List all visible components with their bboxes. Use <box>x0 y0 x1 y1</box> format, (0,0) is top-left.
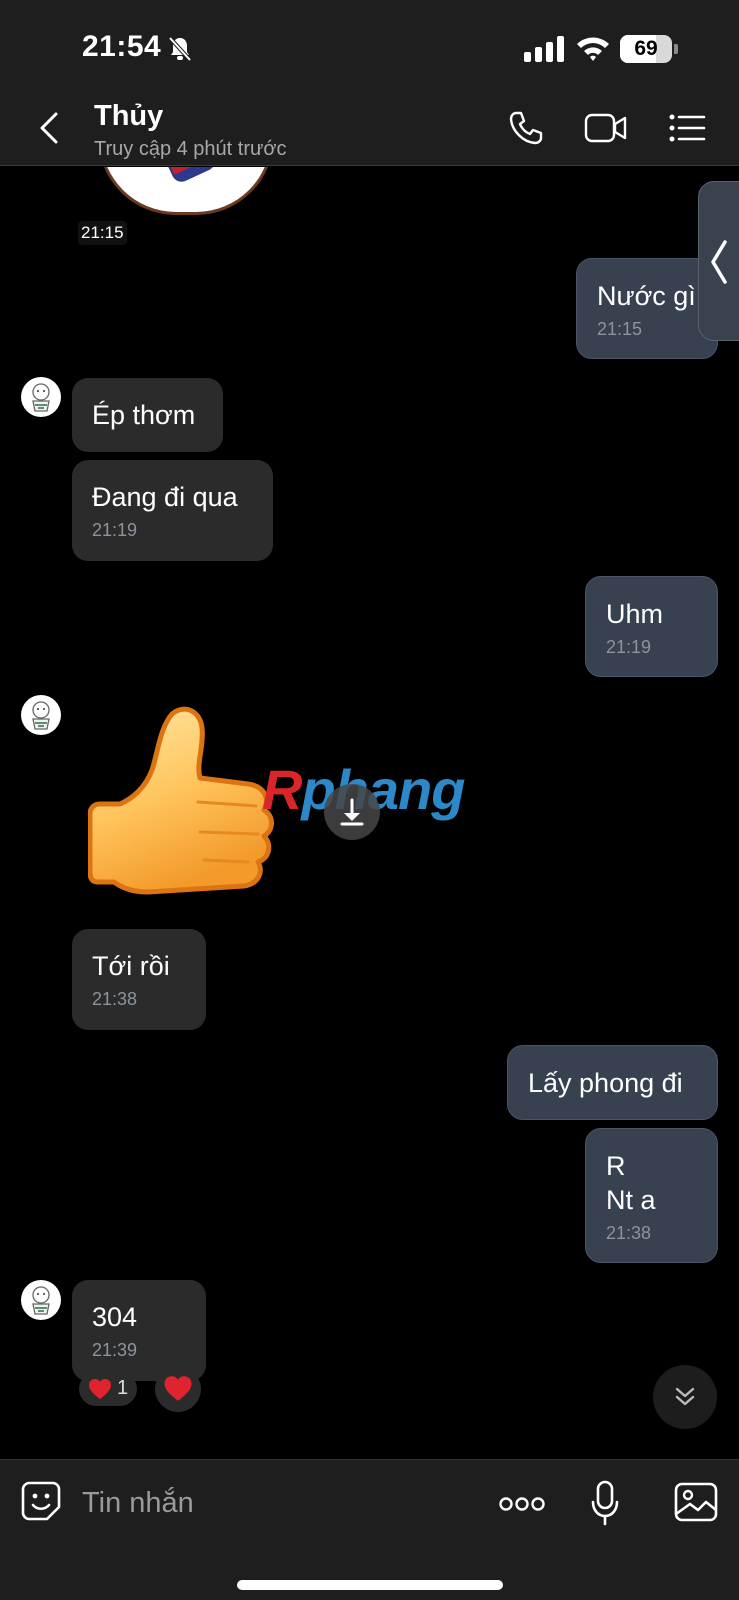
heart-icon <box>164 1376 192 1401</box>
incoming-message[interactable]: Đang đi qua 21:19 <box>72 460 273 561</box>
message-text: Uhm <box>606 599 664 629</box>
wifi-icon <box>577 37 609 61</box>
message-text: Ép thơm <box>92 400 196 430</box>
phone-icon[interactable] <box>508 110 544 146</box>
message-time: 21:38 <box>92 989 138 1009</box>
avatar-character-icon <box>32 383 50 412</box>
sticker-message[interactable] <box>98 167 274 215</box>
outgoing-message[interactable]: Lấy phong đi <box>507 1045 718 1120</box>
back-chevron-icon[interactable] <box>36 110 66 146</box>
battery-percentage: 69 <box>634 37 658 60</box>
contact-name[interactable]: Thủy <box>94 100 163 133</box>
avatar-character-icon <box>32 701 50 730</box>
chevron-left-icon <box>711 240 727 284</box>
incoming-message[interactable]: Ép thơm <box>72 378 223 452</box>
scroll-to-bottom-button[interactable] <box>653 1365 717 1429</box>
status-time: 21:54 <box>82 30 162 63</box>
status-bar: 21:54 69 <box>0 0 739 96</box>
outgoing-message[interactable]: Uhm 21:19 <box>585 576 718 677</box>
message-input[interactable] <box>82 1480 462 1526</box>
message-time: 21:15 <box>597 319 643 339</box>
message-input-bar <box>0 1459 739 1600</box>
signal-icon <box>524 36 564 62</box>
watermark-part-1: R <box>262 758 302 821</box>
avatar[interactable] <box>21 1280 61 1320</box>
bell-slash-icon <box>168 36 192 62</box>
chat-area[interactable]: 21:15 Nước gì 21:15 Ép thơm Đang đi qua … <box>0 167 739 1459</box>
outgoing-message[interactable]: Nước gì 21:15 <box>576 258 718 359</box>
side-panel-handle[interactable] <box>698 181 739 341</box>
avatar-character-icon <box>32 1286 50 1315</box>
message-text: Nước gì <box>597 281 696 311</box>
reaction-count: 1 <box>117 1377 129 1399</box>
reaction-count-badge[interactable]: 1 <box>79 1372 137 1406</box>
incoming-message[interactable]: Tới rồi 21:38 <box>72 929 206 1030</box>
home-indicator[interactable] <box>237 1580 503 1590</box>
battery-icon: 69 <box>620 35 672 63</box>
list-menu-icon[interactable] <box>668 112 706 144</box>
microphone-icon[interactable] <box>591 1480 619 1526</box>
message-text: R Nt a <box>606 1151 656 1215</box>
message-time: 21:19 <box>92 520 138 540</box>
add-reaction-button[interactable] <box>155 1366 201 1412</box>
incoming-message[interactable]: 304 21:39 <box>72 1280 206 1381</box>
message-text: 304 <box>92 1302 138 1332</box>
download-icon <box>340 798 364 826</box>
chat-header: Thủy Truy cập 4 phút trước <box>0 96 739 166</box>
battery-tip <box>674 44 678 54</box>
message-time: 21:38 <box>606 1223 652 1243</box>
more-options-icon[interactable] <box>499 1496 545 1512</box>
message-text: Tới rồi <box>92 951 170 981</box>
video-camera-icon[interactable] <box>584 112 628 144</box>
download-button[interactable] <box>324 784 380 840</box>
sticker-icon[interactable] <box>21 1481 61 1521</box>
message-time: 21:19 <box>606 637 652 657</box>
message-text: Đang đi qua <box>92 482 238 512</box>
message-time: 21:39 <box>92 1340 138 1360</box>
image-icon[interactable] <box>674 1482 718 1522</box>
contact-status: Truy cập 4 phút trước <box>94 138 287 160</box>
thumbs-up-icon[interactable] <box>88 702 278 912</box>
avatar[interactable] <box>21 695 61 735</box>
outgoing-message[interactable]: R Nt a 21:38 <box>585 1128 718 1263</box>
message-text: Lấy phong đi <box>528 1068 683 1098</box>
sticker-drink-can <box>161 167 219 186</box>
message-time: 21:15 <box>78 221 127 245</box>
double-chevron-down-icon <box>675 1387 695 1406</box>
heart-icon <box>89 1379 111 1399</box>
avatar[interactable] <box>21 377 61 417</box>
